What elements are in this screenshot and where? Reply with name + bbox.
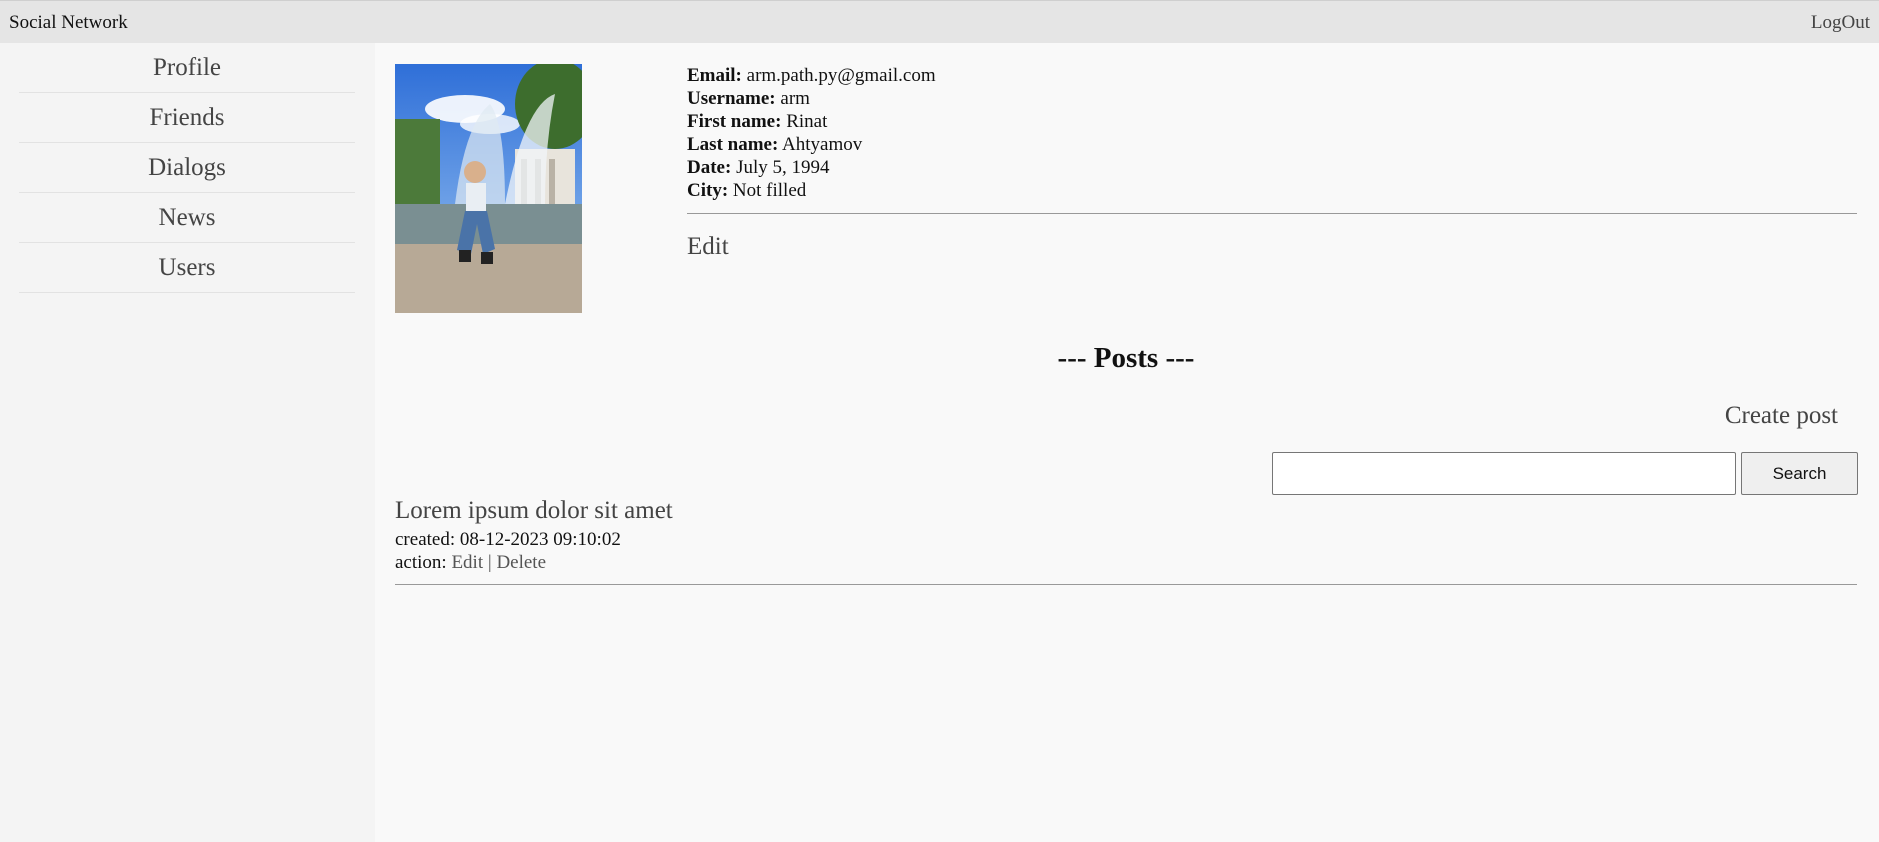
post-created-row: created: 08-12-2023 09:10:02 <box>395 528 1857 551</box>
email-value: arm.path.py@gmail.com <box>746 65 936 86</box>
edit-profile-link[interactable]: Edit <box>687 234 729 259</box>
email-row: Email: arm.path.py@gmail.com <box>687 64 1857 87</box>
last-name-row: Last name: Ahtyamov <box>687 133 1857 156</box>
post-delete-link[interactable]: Delete <box>496 552 546 573</box>
posts-heading: --- Posts --- <box>1057 342 1195 374</box>
create-post-link[interactable]: Create post <box>1725 402 1838 430</box>
sidebar-item-users[interactable]: Users <box>19 243 355 293</box>
email-label: Email: <box>687 65 742 86</box>
profile-divider <box>687 213 1857 214</box>
username-row: Username: arm <box>687 87 1857 110</box>
city-value: Not filled <box>732 180 807 201</box>
username-label: Username: <box>687 88 776 109</box>
city-label: City: <box>687 180 729 201</box>
post-action-separator: | <box>487 552 492 573</box>
avatar-photo <box>395 64 582 313</box>
search-button[interactable]: Search <box>1741 452 1858 495</box>
top-navbar: Social Network LogOut <box>0 0 1879 43</box>
date-label: Date: <box>687 157 732 178</box>
post-title[interactable]: Lorem ipsum dolor sit amet <box>395 494 1857 528</box>
post-action-label: action: <box>395 552 447 573</box>
post-divider <box>395 584 1857 585</box>
post-created-label: created: <box>395 529 456 550</box>
first-name-label: First name: <box>687 111 782 132</box>
brand-title[interactable]: Social Network <box>9 12 128 34</box>
date-value: July 5, 1994 <box>736 157 830 178</box>
sidebar: Profile Friends Dialogs News Users <box>0 43 375 842</box>
post-edit-link[interactable]: Edit <box>451 552 483 573</box>
city-row: City: Not filled <box>687 179 1857 202</box>
logout-link[interactable]: LogOut <box>1811 12 1870 34</box>
username-value: arm <box>780 88 810 109</box>
post-item: Lorem ipsum dolor sit amet created: 08-1… <box>395 494 1857 593</box>
date-row: Date: July 5, 1994 <box>687 156 1857 179</box>
last-name-label: Last name: <box>687 134 779 155</box>
sidebar-item-dialogs[interactable]: Dialogs <box>19 143 355 193</box>
last-name-value: Ahtyamov <box>782 134 863 155</box>
search-input[interactable] <box>1272 452 1736 495</box>
first-name-value: Rinat <box>786 111 828 132</box>
profile-avatar <box>395 64 582 313</box>
sidebar-item-friends[interactable]: Friends <box>19 93 355 143</box>
post-created-value: 08-12-2023 09:10:02 <box>459 529 621 550</box>
sidebar-item-profile[interactable]: Profile <box>19 43 355 93</box>
sidebar-item-news[interactable]: News <box>19 193 355 243</box>
profile-info: Email: arm.path.py@gmail.com Username: a… <box>687 64 1857 260</box>
post-action-row: action: Edit | Delete <box>395 551 1857 574</box>
first-name-row: First name: Rinat <box>687 110 1857 133</box>
